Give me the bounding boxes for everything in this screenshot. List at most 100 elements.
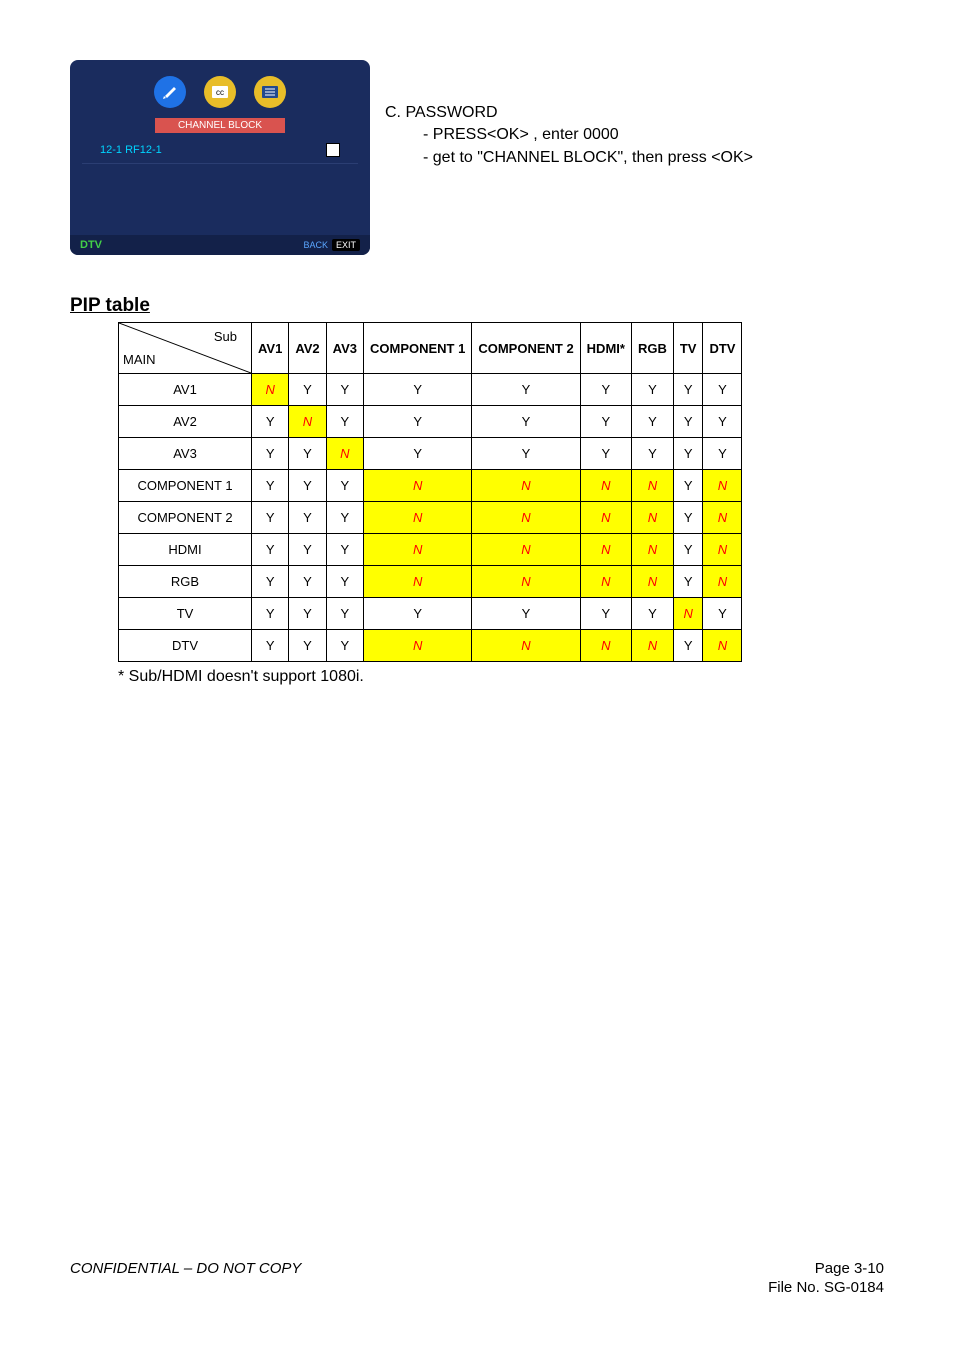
pip-cell: N: [703, 470, 742, 502]
channel-row-label: 12-1 RF12-1: [100, 144, 162, 156]
pip-row-header: DTV: [119, 630, 252, 662]
pip-cell: Y: [326, 598, 363, 630]
pip-footnote: * Sub/HDMI doesn't support 1080i.: [118, 668, 884, 686]
pip-cell: Y: [326, 566, 363, 598]
pip-cell: N: [631, 470, 673, 502]
pip-table: Sub MAIN AV1AV2AV3COMPONENT 1COMPONENT 2…: [118, 322, 742, 662]
pip-cell: N: [289, 406, 326, 438]
cc-icon: cc: [204, 76, 236, 108]
pip-cell: N: [580, 630, 631, 662]
password-line1: - PRESS<OK> , enter 0000: [385, 124, 753, 146]
pip-cell: Y: [326, 630, 363, 662]
channel-row: 12-1 RF12-1: [82, 137, 358, 164]
table-row: TVYYYYYYYNY: [119, 598, 742, 630]
table-row: COMPONENT 2YYYNNNNYN: [119, 502, 742, 534]
pip-cell: Y: [289, 502, 326, 534]
pip-cell: Y: [289, 438, 326, 470]
pip-cell: Y: [252, 566, 289, 598]
channel-block-screenshot: cc CHANNEL BLOCK 12-1 RF12-1 DTV BACK EX…: [70, 60, 370, 255]
pip-cell: N: [631, 566, 673, 598]
pip-diag-header: Sub MAIN: [119, 323, 252, 374]
pip-cell: Y: [673, 470, 703, 502]
pip-cell: N: [363, 470, 471, 502]
pip-cell: Y: [673, 438, 703, 470]
pip-cell: N: [580, 502, 631, 534]
pip-cell: N: [252, 374, 289, 406]
pip-cell: Y: [289, 534, 326, 566]
pip-cell: N: [363, 534, 471, 566]
tools-icon: [154, 76, 186, 108]
pip-col-header: COMPONENT 1: [363, 323, 471, 374]
pip-cell: Y: [703, 598, 742, 630]
pip-cell: N: [631, 630, 673, 662]
pip-col-header: COMPONENT 2: [472, 323, 580, 374]
pip-cell: Y: [673, 374, 703, 406]
pip-cell: N: [631, 502, 673, 534]
pip-cell: Y: [252, 598, 289, 630]
dtv-label: DTV: [80, 239, 102, 251]
pip-cell: Y: [326, 534, 363, 566]
pip-row-header: COMPONENT 2: [119, 502, 252, 534]
pip-cell: Y: [252, 534, 289, 566]
pip-cell: Y: [363, 438, 471, 470]
pip-cell: Y: [363, 406, 471, 438]
pip-col-header: AV3: [326, 323, 363, 374]
pip-cell: Y: [289, 598, 326, 630]
pip-cell: Y: [472, 374, 580, 406]
table-row: RGBYYYNNNNYN: [119, 566, 742, 598]
pip-cell: Y: [472, 406, 580, 438]
pip-cell: Y: [252, 502, 289, 534]
pip-cell: Y: [673, 566, 703, 598]
pip-cell: Y: [703, 438, 742, 470]
pip-cell: N: [631, 534, 673, 566]
pip-col-header: AV2: [289, 323, 326, 374]
pip-cell: Y: [472, 438, 580, 470]
pip-cell: N: [580, 566, 631, 598]
pip-col-header: AV1: [252, 323, 289, 374]
diag-sub-label: Sub: [214, 329, 237, 344]
channel-checkbox: [326, 143, 340, 157]
pip-cell: N: [472, 534, 580, 566]
password-block: C. PASSWORD - PRESS<OK> , enter 0000 - g…: [385, 60, 753, 255]
pip-cell: Y: [289, 470, 326, 502]
pip-cell: Y: [326, 502, 363, 534]
pip-cell: N: [472, 566, 580, 598]
footer-file: File No. SG-0184: [768, 1279, 884, 1296]
channel-block-label: CHANNEL BLOCK: [155, 118, 285, 133]
pip-cell: Y: [326, 406, 363, 438]
pip-cell: N: [326, 438, 363, 470]
pip-cell: Y: [326, 470, 363, 502]
pip-cell: N: [472, 630, 580, 662]
pip-cell: Y: [580, 598, 631, 630]
pip-cell: Y: [673, 534, 703, 566]
pip-row-header: TV: [119, 598, 252, 630]
pip-cell: Y: [289, 630, 326, 662]
pip-cell: Y: [703, 406, 742, 438]
footer-page: Page 3-10: [768, 1260, 884, 1277]
pip-row-header: AV2: [119, 406, 252, 438]
list-icon: [254, 76, 286, 108]
pip-cell: Y: [363, 598, 471, 630]
pip-cell: Y: [326, 374, 363, 406]
table-row: AV1NYYYYYYYY: [119, 374, 742, 406]
footer-confidential: CONFIDENTIAL – DO NOT COPY: [70, 1260, 301, 1277]
pip-cell: N: [472, 502, 580, 534]
pip-cell: N: [580, 470, 631, 502]
pip-cell: Y: [472, 598, 580, 630]
table-row: COMPONENT 1YYYNNNNYN: [119, 470, 742, 502]
pip-cell: N: [673, 598, 703, 630]
pip-cell: Y: [631, 406, 673, 438]
pip-cell: N: [703, 534, 742, 566]
pip-cell: Y: [289, 374, 326, 406]
pip-cell: Y: [631, 598, 673, 630]
pip-cell: Y: [252, 406, 289, 438]
pip-cell: N: [580, 534, 631, 566]
pip-row-header: AV1: [119, 374, 252, 406]
pip-cell: N: [703, 630, 742, 662]
table-row: HDMIYYYNNNNYN: [119, 534, 742, 566]
pip-cell: Y: [673, 630, 703, 662]
pip-col-header: HDMI*: [580, 323, 631, 374]
pip-cell: N: [363, 630, 471, 662]
pip-cell: Y: [703, 374, 742, 406]
pip-cell: Y: [580, 406, 631, 438]
